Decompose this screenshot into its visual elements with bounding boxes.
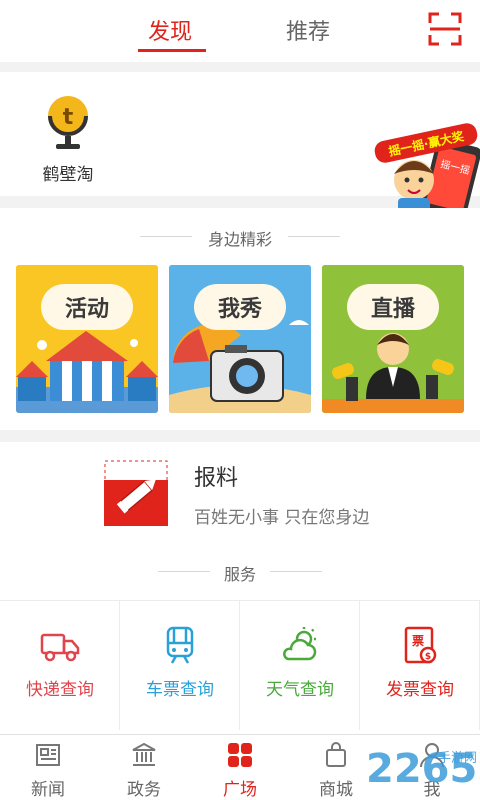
nav-label-government: 政务 [127, 780, 161, 800]
watermark-subtext: 手游网 [438, 751, 477, 766]
report-pencil-icon[interactable] [104, 460, 168, 526]
svg-text:票: 票 [412, 634, 424, 648]
nav-label-news: 新闻 [31, 780, 65, 800]
scan-icon[interactable] [428, 12, 462, 46]
service-weather[interactable]: 天气查询 [240, 600, 360, 730]
tile-live[interactable]: 直播 [322, 265, 464, 413]
nav-news[interactable]: 新闻 [0, 735, 96, 800]
tile-label-live: 直播 [347, 284, 439, 330]
report-subtitle: 百姓无小事 只在您身边 [194, 508, 370, 528]
divider [288, 236, 340, 237]
tile-label-activity: 活动 [41, 284, 133, 330]
app-label-hebitao[interactable]: 鹤壁淘 [36, 160, 100, 185]
service-express[interactable]: 快递查询 [0, 600, 120, 730]
newspaper-icon [36, 744, 60, 766]
shopping-bag-icon [326, 742, 346, 767]
tile-label-show: 我秀 [194, 284, 286, 330]
service-ticket[interactable]: 车票查询 [120, 600, 240, 730]
nav-government[interactable]: 政务 [96, 735, 192, 800]
tab-recommend[interactable]: 推荐 [286, 14, 330, 46]
train-icon [166, 626, 194, 664]
service-invoice[interactable]: 票 $ 发票查询 [360, 600, 480, 730]
nav-square[interactable]: 广场 [192, 735, 288, 800]
svg-text:$: $ [425, 652, 431, 662]
nav-label-square: 广场 [223, 780, 257, 800]
invoice-icon: 票 $ [404, 626, 437, 664]
government-icon [132, 742, 156, 766]
square-grid-icon [228, 743, 252, 767]
truck-icon [40, 633, 80, 662]
tab-discover[interactable]: 发现 [148, 14, 192, 46]
divider [270, 571, 322, 572]
service-label-weather: 天气查询 [266, 680, 334, 700]
tile-show[interactable]: 我秀 [169, 265, 311, 413]
service-label-ticket: 车票查询 [146, 680, 214, 700]
top-bar: 发现 推荐 [0, 0, 480, 62]
active-tab-indicator [138, 49, 206, 52]
shake-promo-badge[interactable]: 摇一摇 摇一摇·赢大奖 [372, 118, 480, 222]
service-label-invoice: 发票查询 [386, 680, 454, 700]
report-title[interactable]: 报料 [194, 460, 238, 492]
service-label-express: 快递查询 [26, 680, 94, 700]
weather-icon [283, 627, 317, 661]
globe-coin-icon[interactable]: t [40, 92, 96, 154]
tile-activity[interactable]: 活动 [16, 265, 158, 413]
svg-text:t: t [63, 105, 74, 130]
watermark-logo: 2265 手游网 [366, 746, 477, 792]
section-title-nearby: 身边精彩 [207, 230, 272, 249]
section-title-services: 服务 [223, 565, 256, 584]
